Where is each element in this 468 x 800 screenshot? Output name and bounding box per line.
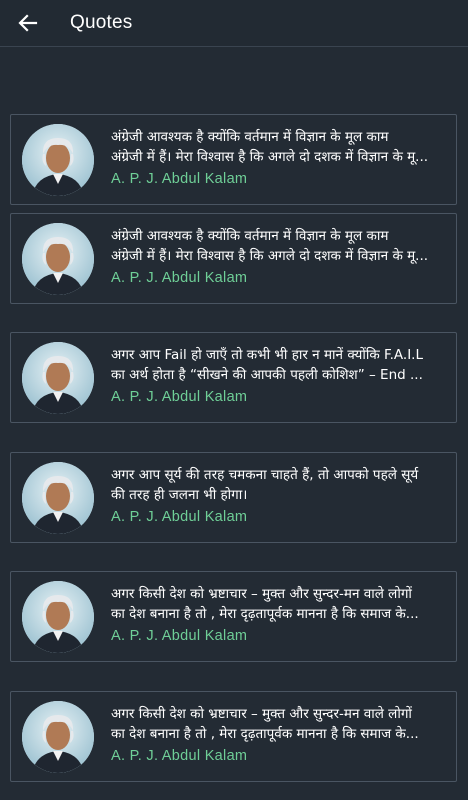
quote-card[interactable]: अगर आप Fail हो जाएँ तो कभी भी हार न माने… [10, 332, 457, 423]
quote-card[interactable]: अंग्रेजी आवश्यक है क्योंकि वर्तमान में व… [10, 213, 457, 304]
quote-text: अगर किसी देश को भ्रष्टाचार – मुक्त और सु… [111, 704, 453, 744]
quote-line-1: अगर आप Fail हो जाएँ तो कभी भी हार न माने… [111, 347, 423, 363]
quote-author: A. P. J. Abdul Kalam [111, 628, 248, 644]
quote-card[interactable]: अंग्रेजी आवश्यक है क्योंकि वर्तमान में व… [10, 114, 457, 205]
author-avatar [22, 581, 94, 653]
quote-card[interactable]: अगर किसी देश को भ्रष्टाचार – मुक्त और सु… [10, 571, 457, 662]
quote-line-2: का अर्थ होता है “सीखने की आपकी पहली कोशि… [111, 367, 423, 383]
back-button[interactable] [8, 3, 48, 43]
author-avatar [22, 701, 94, 773]
quote-author: A. P. J. Abdul Kalam [111, 389, 248, 405]
author-avatar [22, 223, 94, 295]
quote-text: अगर आप सूर्य की तरह चमकना चाहते हैं, तो … [111, 465, 453, 505]
quote-author: A. P. J. Abdul Kalam [111, 509, 248, 525]
quote-line-1: अगर किसी देश को भ्रष्टाचार – मुक्त और सु… [111, 706, 412, 722]
quote-line-2: का देश बनाना है तो , मेरा दृढ़तापूर्वक म… [111, 726, 419, 742]
quote-line-1: अंग्रेजी आवश्यक है क्योंकि वर्तमान में व… [111, 228, 389, 244]
quote-line-2: अंग्रेजी में हैं। मेरा विश्वास है कि अगल… [111, 248, 429, 264]
quote-text: अंग्रेजी आवश्यक है क्योंकि वर्तमान में व… [111, 127, 453, 167]
quote-line-2: अंग्रेजी में हैं। मेरा विश्वास है कि अगल… [111, 149, 429, 165]
quote-author: A. P. J. Abdul Kalam [111, 748, 248, 764]
app-bar: Quotes [0, 0, 468, 47]
quote-line-1: अगर आप सूर्य की तरह चमकना चाहते हैं, तो … [111, 467, 419, 483]
quote-card[interactable]: अगर आप सूर्य की तरह चमकना चाहते हैं, तो … [10, 452, 457, 543]
quote-line-1: अंग्रेजी आवश्यक है क्योंकि वर्तमान में व… [111, 129, 389, 145]
author-avatar [22, 462, 94, 534]
quote-text: अगर किसी देश को भ्रष्टाचार – मुक्त और सु… [111, 584, 453, 624]
quote-text: अगर आप Fail हो जाएँ तो कभी भी हार न माने… [111, 345, 453, 385]
quote-line-2: का देश बनाना है तो , मेरा दृढ़तापूर्वक म… [111, 606, 419, 622]
author-avatar [22, 342, 94, 414]
author-avatar [22, 124, 94, 196]
arrow-left-icon [18, 14, 38, 32]
quote-author: A. P. J. Abdul Kalam [111, 270, 248, 286]
quote-text: अंग्रेजी आवश्यक है क्योंकि वर्तमान में व… [111, 226, 453, 266]
quote-line-1: अगर किसी देश को भ्रष्टाचार – मुक्त और सु… [111, 586, 412, 602]
quote-card[interactable]: अगर किसी देश को भ्रष्टाचार – मुक्त और सु… [10, 691, 457, 782]
quote-line-2: की तरह ही जलना भी होगा। [111, 487, 248, 503]
page-title: Quotes [70, 12, 133, 33]
quote-author: A. P. J. Abdul Kalam [111, 171, 248, 187]
